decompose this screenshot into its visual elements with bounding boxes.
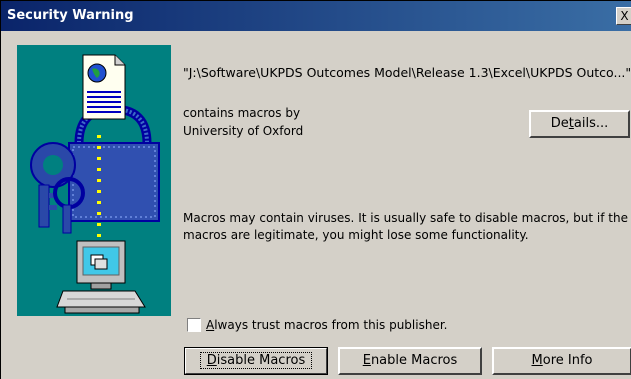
more-info-button[interactable]: More Info	[492, 347, 631, 375]
lock-icon	[68, 104, 160, 222]
disable-label-accel: D	[206, 353, 217, 368]
warning-text-line2: macros are legitimate, you might lose so…	[183, 228, 529, 242]
always-trust-accel: A	[206, 318, 215, 332]
contains-macros-label: contains macros by	[183, 106, 301, 120]
disable-macros-button[interactable]: Disable Macros	[184, 347, 328, 375]
always-trust-label[interactable]: Always trust macros from this publisher.	[206, 318, 447, 332]
globe-icon	[87, 63, 107, 83]
more-info-label-post: ore Info	[542, 353, 593, 368]
warning-text-line1: Macros may contain viruses. It is usuall…	[183, 211, 628, 225]
enable-macros-button[interactable]: Enable Macros	[338, 347, 482, 375]
illustration-svg	[30, 54, 160, 314]
enable-label-accel: E	[362, 353, 371, 368]
title-bar[interactable]: Security Warning X	[1, 1, 631, 31]
publisher-name: University of Oxford	[183, 124, 304, 138]
details-label-post: ails...	[573, 116, 609, 131]
close-button[interactable]: X	[616, 7, 631, 25]
document-icon	[82, 54, 126, 120]
more-info-label-accel: M	[531, 353, 543, 368]
file-path-text: "J:\Software\UKPDS Outcomes Model\Releas…	[183, 65, 631, 80]
disable-macros-focus: Disable Macros	[199, 352, 313, 369]
window-title: Security Warning	[7, 8, 134, 23]
security-warning-dialog: Security Warning X "J:\Software\UKPDS Ou…	[0, 0, 631, 379]
computer-icon	[56, 240, 146, 314]
security-illustration	[17, 45, 171, 316]
enable-label-post: nable Macros	[370, 353, 458, 368]
details-button[interactable]: Details...	[529, 110, 630, 138]
disable-label-post: isable Macros	[216, 353, 306, 368]
always-trust-label-rest: lways trust macros from this publisher.	[214, 318, 448, 332]
always-trust-checkbox[interactable]	[187, 318, 201, 332]
details-label-pre: De	[550, 116, 569, 131]
